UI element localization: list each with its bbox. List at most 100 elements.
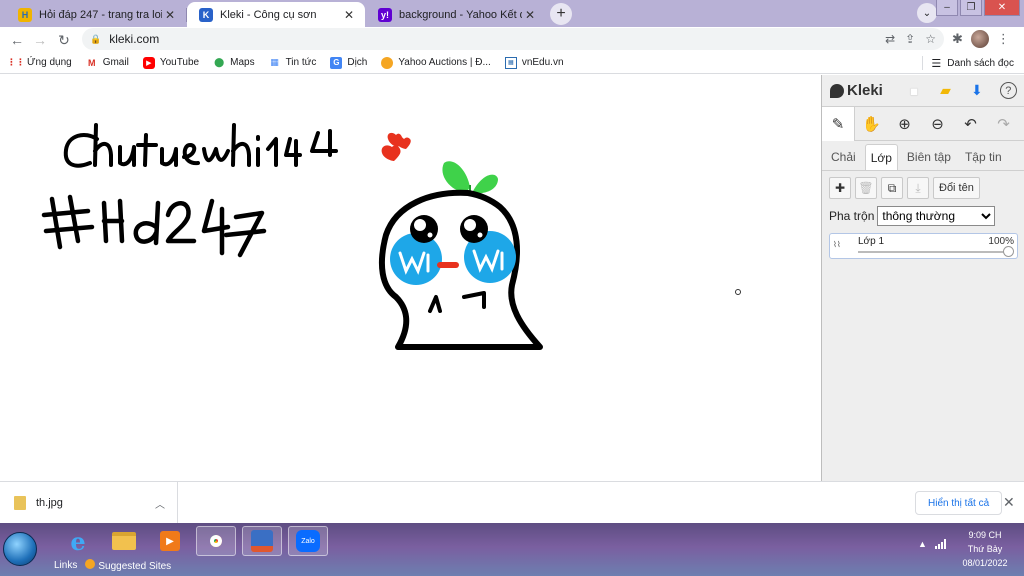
lock-icon[interactable]: 🔒 bbox=[90, 34, 101, 45]
chevron-up-icon[interactable]: ︿ bbox=[155, 496, 165, 511]
download-icon[interactable]: ⬇ bbox=[961, 82, 992, 99]
brush-tool-icon[interactable]: ✎ bbox=[822, 106, 855, 141]
address-bar[interactable]: 🔒 kleki.com ⇄ ⇪ ☆ bbox=[82, 28, 944, 50]
taskbar-clock[interactable]: 9:09 CH Thứ Bảy 08/01/2022 bbox=[955, 528, 1015, 570]
kleki-logo-icon bbox=[830, 83, 844, 98]
layer-toolbar: ✚ 🗑 ⧉ ⤓ Đổi tên bbox=[822, 171, 1024, 199]
hashtag-signature bbox=[41, 194, 267, 258]
tab-yahoo[interactable]: y! background - Yahoo Kết quả Tìm ✕ bbox=[366, 2, 546, 27]
tray-expand-icon[interactable]: ▲ bbox=[918, 539, 927, 549]
translate-icon: G bbox=[330, 56, 343, 69]
bookmark-star-icon[interactable]: ☆ bbox=[925, 32, 936, 46]
window-controls: – ❐ ✕ bbox=[934, 0, 1020, 16]
extensions-icon[interactable]: ✱ bbox=[952, 31, 963, 47]
more-menu-icon[interactable]: ⋮ bbox=[997, 31, 1010, 47]
layer-item[interactable]: ⌇⌇ Lớp 1 100% bbox=[829, 233, 1018, 259]
tab-file[interactable]: Tập tin bbox=[960, 144, 1007, 170]
internet-explorer-icon[interactable]: e bbox=[58, 526, 98, 556]
bookmark-vnedu[interactable]: ▦ vnEdu.vn bbox=[504, 56, 564, 69]
opacity-slider-track[interactable] bbox=[858, 251, 1007, 253]
blend-label: Pha trộn bbox=[829, 209, 875, 223]
presentation-app-icon[interactable] bbox=[242, 526, 282, 556]
layer-thumbnail: ⌇⌇ bbox=[833, 240, 841, 249]
open-folder-icon[interactable]: ▰ bbox=[930, 82, 961, 99]
browser-toolbar: ← → ↻ 🔒 kleki.com ⇄ ⇪ ☆ ✱ ⋮ bbox=[0, 27, 1024, 52]
yahoo-auctions-icon bbox=[381, 56, 394, 69]
bookmark-translate[interactable]: G Dịch bbox=[330, 56, 367, 69]
windows-taskbar: e ▶ Zalo Links Suggested Sites ▲ 9:09 CH… bbox=[0, 523, 1024, 576]
zoom-in-icon[interactable]: ⊕ bbox=[888, 107, 921, 141]
merge-layer-icon[interactable]: ⤓ bbox=[907, 177, 929, 199]
start-button[interactable] bbox=[3, 532, 37, 566]
delete-layer-icon[interactable]: 🗑 bbox=[855, 177, 877, 199]
tab-title: Hỏi đáp 247 - trang tra loi bbox=[39, 8, 162, 21]
kleki-tabs: Chải Lớp Biên tập Tập tin bbox=[822, 141, 1024, 171]
zalo-icon[interactable]: Zalo bbox=[288, 526, 328, 556]
duplicate-layer-icon[interactable]: ⧉ bbox=[881, 177, 903, 199]
news-icon: ▦ bbox=[270, 57, 279, 67]
translate-page-icon[interactable]: ⇄ bbox=[885, 32, 895, 46]
kleki-tools: ✎ ✋ ⊕ ⊖ ↶ ↷ bbox=[822, 106, 1024, 141]
download-item[interactable]: th.jpg ︿ bbox=[0, 482, 178, 524]
forward-icon[interactable]: → bbox=[31, 31, 49, 49]
sprout bbox=[442, 161, 498, 194]
tab-brush[interactable]: Chải bbox=[826, 144, 861, 170]
hearts bbox=[381, 132, 411, 161]
hoidap-icon: H bbox=[18, 7, 32, 22]
maps-icon: ⬤ bbox=[214, 57, 225, 67]
share-icon[interactable]: ⇪ bbox=[905, 32, 915, 46]
blend-mode-select[interactable]: thông thường bbox=[877, 206, 996, 226]
bookmark-youtube[interactable]: ▶ YouTube bbox=[142, 56, 199, 69]
back-icon[interactable]: ← bbox=[8, 31, 26, 49]
tab-edit[interactable]: Biên tập bbox=[902, 144, 956, 170]
gmail-icon: M bbox=[87, 57, 96, 68]
rename-layer-button[interactable]: Đổi tên bbox=[933, 177, 980, 199]
kleki-logo[interactable]: Kleki bbox=[830, 82, 898, 99]
reading-list-icon: ☰ bbox=[931, 57, 942, 70]
new-image-icon[interactable]: ■ bbox=[898, 83, 929, 99]
close-icon[interactable]: ✕ bbox=[341, 8, 357, 22]
reading-list[interactable]: ☰ Danh sách đọc bbox=[922, 56, 1014, 70]
system-tray: ▲ bbox=[918, 539, 946, 549]
links-label[interactable]: Links bbox=[54, 560, 77, 571]
toolbar-right: ✱ ⋮ bbox=[952, 30, 1010, 48]
add-layer-icon[interactable]: ✚ bbox=[829, 177, 851, 199]
suggested-sites-link[interactable]: Suggested Sites bbox=[85, 559, 171, 572]
restore-icon[interactable]: ❐ bbox=[960, 0, 982, 16]
new-tab-button[interactable]: + bbox=[550, 3, 572, 25]
tab-title: background - Yahoo Kết quả Tìm bbox=[399, 8, 522, 21]
zoom-out-icon[interactable]: ⊖ bbox=[921, 107, 954, 141]
drawing bbox=[41, 123, 741, 350]
tab-kleki[interactable]: K Kleki - Công cụ sơn ✕ bbox=[187, 2, 365, 27]
hand-tool-icon[interactable]: ✋ bbox=[855, 107, 888, 141]
close-icon[interactable]: ✕ bbox=[522, 8, 538, 22]
bookmark-yahoo-auctions[interactable]: Yahoo Auctions | Đ... bbox=[381, 56, 491, 69]
media-player-icon[interactable]: ▶ bbox=[150, 526, 190, 556]
signal-icon[interactable] bbox=[934, 539, 946, 549]
redo-icon[interactable]: ↷ bbox=[987, 107, 1020, 141]
bookmark-news[interactable]: ▦ Tin tức bbox=[269, 57, 316, 69]
opacity-slider-handle[interactable] bbox=[1003, 246, 1014, 257]
file-explorer-icon[interactable] bbox=[104, 526, 144, 556]
help-icon[interactable]: ? bbox=[993, 82, 1024, 99]
minimize-icon[interactable]: – bbox=[936, 0, 958, 16]
clock-time: 9:09 CH bbox=[968, 530, 1002, 540]
vnedu-icon: ▦ bbox=[504, 56, 517, 69]
url-text: kleki.com bbox=[109, 32, 160, 46]
yahoo-icon: y! bbox=[378, 7, 392, 22]
apps-grid-icon: ⋮⋮ bbox=[7, 57, 25, 67]
window-close-icon[interactable]: ✕ bbox=[984, 0, 1020, 16]
close-icon[interactable]: ✕ bbox=[162, 8, 178, 22]
tab-hoidap[interactable]: H Hỏi đáp 247 - trang tra loi ✕ bbox=[6, 2, 186, 27]
bookmark-gmail[interactable]: M Gmail bbox=[86, 57, 129, 69]
tab-layers[interactable]: Lớp bbox=[864, 144, 898, 170]
show-all-button[interactable]: Hiển thị tất cả bbox=[915, 491, 1003, 515]
reload-icon[interactable]: ↻ bbox=[55, 31, 73, 49]
chrome-icon[interactable] bbox=[196, 526, 236, 556]
close-icon[interactable]: ✕ bbox=[1003, 494, 1015, 511]
avatar[interactable] bbox=[970, 30, 989, 48]
undo-icon[interactable]: ↶ bbox=[954, 107, 987, 141]
bookmark-apps[interactable]: ⋮⋮ Ứng dụng bbox=[7, 57, 72, 69]
drawing-canvas[interactable] bbox=[0, 75, 821, 481]
bookmark-maps[interactable]: ⬤ Maps bbox=[213, 57, 255, 69]
